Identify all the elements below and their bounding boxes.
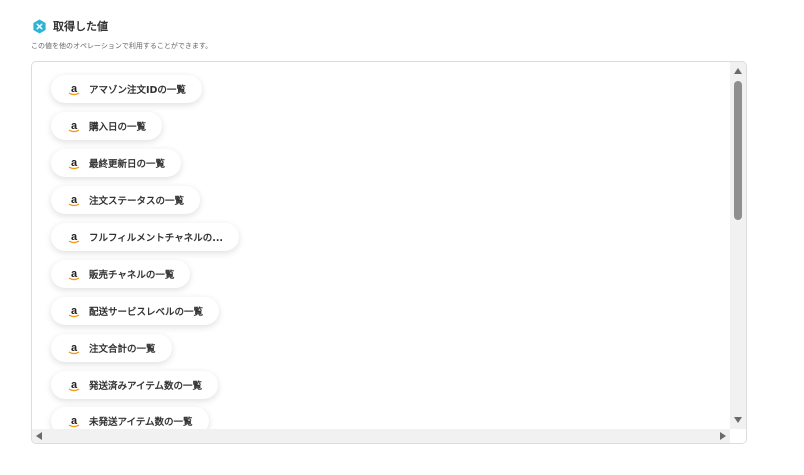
amazon-icon: a: [68, 194, 80, 207]
value-item[interactable]: a 未発送アイテム数の一覧: [51, 407, 209, 429]
scroll-left-icon[interactable]: [36, 432, 42, 440]
value-item[interactable]: a アマゾン注文IDの一覧: [51, 75, 202, 103]
amazon-icon: a: [68, 415, 80, 428]
section-description: この値を他のオペレーションで利用することができます。: [31, 42, 213, 50]
scroll-right-icon[interactable]: [720, 432, 726, 440]
svg-text:a: a: [71, 268, 78, 280]
amazon-icon: a: [68, 342, 80, 355]
horizontal-scrollbar[interactable]: [32, 429, 730, 443]
section-title: 取得した値: [53, 20, 108, 33]
value-item[interactable]: a 購入日の一覧: [51, 112, 163, 140]
amazon-icon: a: [68, 305, 80, 318]
value-item[interactable]: a 発送済みアイテム数の一覧: [51, 371, 219, 399]
amazon-icon: a: [68, 268, 80, 281]
scroll-down-icon[interactable]: [734, 417, 742, 423]
svg-text:a: a: [71, 342, 78, 354]
svg-text:a: a: [71, 415, 78, 427]
vertical-scroll-thumb[interactable]: [734, 81, 742, 220]
vertical-scrollbar[interactable]: [730, 62, 746, 429]
svg-text:a: a: [71, 231, 78, 243]
amazon-icon: a: [68, 231, 80, 244]
value-item[interactable]: a 注文ステータスの一覧: [51, 186, 201, 214]
value-item[interactable]: a 最終更新日の一覧: [51, 149, 182, 177]
values-list: a アマゾン注文IDの一覧 a 購入日の一覧 a 最終更新日の一覧 a 注文ステータスの…: [32, 62, 730, 429]
value-item[interactable]: a 配送サービスレベルの一覧: [51, 297, 220, 325]
value-item[interactable]: a フルフィルメントチャネルの...: [51, 223, 240, 251]
value-item[interactable]: a 注文合計の一覧: [51, 334, 172, 362]
svg-text:a: a: [71, 120, 78, 132]
scroll-up-icon[interactable]: [734, 68, 742, 74]
svg-text:a: a: [71, 83, 78, 95]
amazon-icon: a: [68, 379, 80, 392]
svg-text:a: a: [71, 194, 78, 206]
amazon-icon: a: [68, 120, 80, 133]
section-header: 取得した値: [32, 18, 108, 34]
scrollbar-corner: [730, 429, 746, 443]
svg-text:a: a: [71, 305, 78, 317]
value-item[interactable]: a 販売チャネルの一覧: [51, 260, 191, 288]
hexagon-x-icon: [33, 18, 46, 34]
values-panel: a アマゾン注文IDの一覧 a 購入日の一覧 a 最終更新日の一覧 a 注文ステータスの…: [31, 61, 747, 444]
amazon-icon: a: [68, 83, 80, 96]
svg-text:a: a: [71, 379, 78, 391]
amazon-icon: a: [68, 157, 80, 170]
svg-text:a: a: [71, 157, 78, 169]
